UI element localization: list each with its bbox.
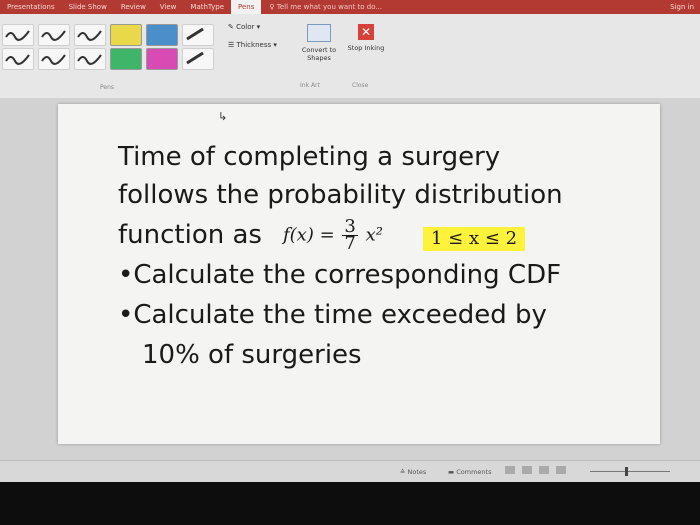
stop-label: Stop Inking — [347, 44, 385, 52]
notes-icon: ≙ — [400, 468, 408, 476]
normal-view-icon[interactable] — [505, 466, 515, 474]
zoom-slider-thumb[interactable] — [625, 467, 628, 476]
slide-canvas[interactable]: ↳ Time of completing a surgery follows t… — [58, 104, 660, 444]
pen-stroke-icon — [41, 30, 66, 41]
formula-fraction: 3 7 — [342, 218, 358, 254]
slide-sorter-icon[interactable] — [522, 466, 533, 474]
notes-button[interactable]: ≙ Notes — [400, 468, 426, 476]
lines-icon: ☰ — [228, 41, 235, 49]
slide-text-line-2: follows the probability distribution — [118, 180, 563, 210]
formula-rhs: x² — [365, 224, 383, 246]
shapes-icon — [307, 24, 331, 42]
pen-black-1[interactable] — [2, 24, 34, 46]
sign-in-link[interactable]: Sign in — [664, 3, 700, 11]
tell-me-box[interactable]: ♀ Tell me what you want to do... — [269, 3, 382, 11]
convert-label: Convert to Shapes — [301, 46, 337, 62]
view-buttons — [505, 466, 575, 476]
comment-icon: ▬ — [448, 468, 457, 476]
bullet-1: •Calculate the corresponding CDF — [118, 260, 562, 290]
highlighter-pink[interactable] — [146, 48, 178, 70]
tab-view[interactable]: View — [153, 3, 184, 11]
pen-black-7[interactable] — [74, 48, 106, 70]
tab-review[interactable]: Review — [114, 3, 153, 11]
notes-label: Notes — [407, 468, 427, 476]
monitor-bezel — [0, 482, 700, 525]
pen-black-3[interactable] — [74, 24, 106, 46]
slide-text-line-1: Time of completing a surgery — [118, 142, 501, 172]
pen-black-4[interactable] — [182, 24, 214, 46]
tab-mathtype[interactable]: MathType — [183, 3, 231, 11]
thickness-label: Thickness — [236, 41, 272, 49]
lightbulb-icon: ♀ — [269, 3, 277, 11]
convert-to-shapes-button[interactable]: Convert to Shapes — [294, 24, 344, 76]
stop-inking-button[interactable]: ✕ Stop Inking — [346, 24, 386, 76]
chevron-down-icon: ▾ — [273, 41, 277, 49]
pen-icon: ✎ — [228, 23, 234, 31]
pdf-formula: f(x) = 3 7 x² — [283, 218, 383, 254]
status-bar: ≙ Notes ▬ Comments — [0, 460, 700, 483]
highlighter-blue[interactable] — [146, 24, 178, 46]
close-icon: ✕ — [358, 24, 374, 40]
chevron-down-icon: ▾ — [256, 23, 261, 31]
slide-editor: ↳ Time of completing a surgery follows t… — [0, 98, 700, 460]
pen-stroke-icon — [41, 54, 66, 65]
comments-label: Comments — [456, 468, 492, 476]
ribbon-pens-panel: Pens ✎ Color ▾ ☰ Thickness ▾ Convert to … — [0, 14, 700, 99]
bullet-1-text: Calculate the corresponding CDF — [133, 260, 562, 290]
ink-art-group-label: Ink Art — [300, 82, 320, 89]
bullet-2-text: Calculate the time exceeded by — [133, 300, 547, 330]
domain-highlight: 1 ≤ x ≤ 2 — [423, 227, 526, 251]
pen-stroke-icon — [5, 54, 30, 65]
comments-button[interactable]: ▬ Comments — [448, 468, 491, 476]
bullet-2-continuation: 10% of surgeries — [142, 340, 362, 370]
slide-text-line-3: function as — [118, 220, 262, 250]
pen-stroke-icon — [186, 51, 204, 65]
highlighter-yellow[interactable] — [110, 24, 142, 46]
pen-black-2[interactable] — [38, 24, 70, 46]
cursor-icon: ↳ — [218, 110, 228, 123]
formula-lhs: f(x) = — [283, 224, 335, 246]
pen-stroke-icon — [5, 30, 30, 41]
tab-pens[interactable]: Pens — [231, 0, 262, 14]
fraction-denominator: 7 — [344, 233, 356, 254]
color-label: Color — [236, 23, 255, 31]
pen-gallery — [0, 24, 222, 84]
pen-black-5[interactable] — [2, 48, 34, 70]
tab-slide-show[interactable]: Slide Show — [62, 3, 114, 11]
close-group-label: Close — [352, 82, 369, 89]
highlighter-green[interactable] — [110, 48, 142, 70]
thickness-button[interactable]: ☰ Thickness ▾ — [228, 41, 277, 49]
pen-stroke-icon — [186, 27, 204, 41]
pen-black-8[interactable] — [182, 48, 214, 70]
zoom-slider-track[interactable] — [590, 471, 670, 472]
tell-me-text: Tell me what you want to do... — [276, 3, 383, 11]
color-button[interactable]: ✎ Color ▾ — [228, 23, 260, 31]
tab-presentations[interactable]: Presentations — [0, 3, 62, 11]
pen-stroke-icon — [77, 30, 102, 41]
ribbon-tab-bar: Presentations Slide Show Review View Mat… — [0, 0, 700, 14]
pens-group-label: Pens — [100, 84, 115, 91]
bullet-2: •Calculate the time exceeded by — [118, 300, 547, 330]
reading-view-icon[interactable] — [539, 466, 550, 474]
slideshow-icon[interactable] — [556, 466, 567, 474]
pen-black-6[interactable] — [38, 48, 70, 70]
pen-stroke-icon — [77, 54, 102, 65]
